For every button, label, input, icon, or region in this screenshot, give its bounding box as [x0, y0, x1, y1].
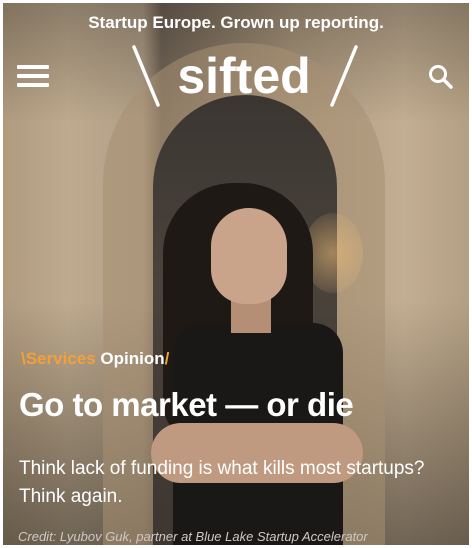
- sifted-logo[interactable]: sifted: [128, 43, 360, 113]
- hero-section: Startup Europe. Grown up reporting. sift…: [3, 3, 469, 545]
- logo-text: sifted: [177, 48, 310, 104]
- portrait-face: [211, 208, 287, 304]
- photo-credit: Credit: Lyubov Guk, partner at Blue Lake…: [18, 529, 368, 544]
- search-icon[interactable]: [427, 63, 455, 91]
- article-type: Opinion: [100, 349, 165, 368]
- category-link[interactable]: \Services: [21, 349, 96, 368]
- kicker-slash: /: [164, 349, 170, 368]
- site-tagline: Startup Europe. Grown up reporting.: [88, 13, 384, 32]
- article-headline[interactable]: Go to market — or die: [19, 386, 354, 424]
- hamburger-menu-icon[interactable]: [17, 61, 49, 91]
- article-subheadline: Think lack of funding is what kills most…: [19, 458, 425, 507]
- article-kicker: \Services Opinion/: [21, 349, 169, 369]
